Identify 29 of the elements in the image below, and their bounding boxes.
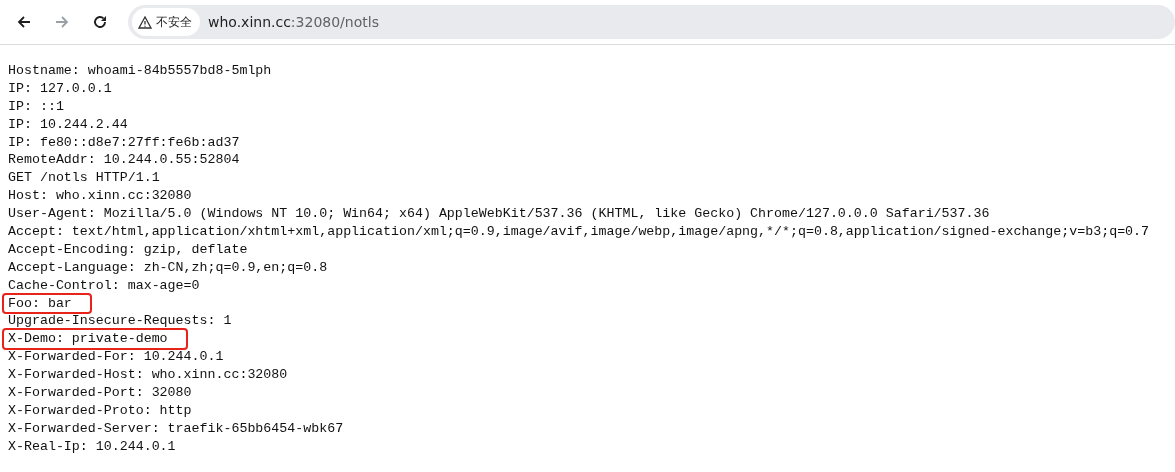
header-line: Accept: text/html,application/xhtml+xml,application/xml;q=0.9,image/avif,image/webp,image/apng,*/*;q=0.8,application/signed-exchange;v=b3;q=0.7 [8, 223, 1150, 241]
header-line: Host: who.xinn.cc:32080 [8, 187, 192, 206]
header-line: X-Forwarded-Port: 32080 [8, 384, 192, 402]
header-line: IP: 127.0.0.1 [8, 79, 112, 98]
header-line: Accept-Language: zh-CN,zh;q=0.9,en;q=0.8 [8, 258, 328, 277]
header-line: RemoteAddr: 10.244.0.55:52804 [8, 151, 240, 170]
header-line: IP: fe80::d8e7:27ff:fe6b:ad37 [8, 133, 240, 152]
header-line: X-Demo: private-demo [4, 330, 186, 349]
header-line: Foo: bar [4, 294, 90, 313]
header-line: Hostname: whoami-84b5557bd8-5mlph [8, 62, 272, 80]
header-line: X-Forwarded-Proto: http [8, 401, 192, 420]
header-line: X-Forwarded-Host: who.xinn.cc:32080 [8, 366, 288, 385]
header-line: X-Real-Ip: 10.244.0.1 [8, 437, 176, 456]
header-line: Accept-Encoding: gzip, deflate [8, 240, 248, 259]
header-line: User-Agent: Mozilla/5.0 (Windows NT 10.0; Win64; x64) AppleWebKit/537.36 (KHTML, like Gecko) Chrome/127.0.0.0 Safari/537.36 [8, 205, 990, 224]
warning-icon [138, 15, 152, 29]
reload-icon [92, 14, 108, 30]
address-bar[interactable]: 不安全 who.xinn.cc:32080/notls [128, 5, 1175, 39]
header-line: GET /notls HTTP/1.1 [8, 169, 160, 188]
header-line: Cache-Control: max-age=0 [8, 276, 200, 295]
header-line: Upgrade-Insecure-Requests: 1 [8, 312, 232, 331]
header-line: IP: 10.244.2.44 [8, 115, 128, 134]
security-chip[interactable]: 不安全 [132, 8, 200, 36]
forward-arrow-icon [54, 14, 70, 30]
header-line: X-Forwarded-Server: traefik-65bb6454-wbk67 [8, 419, 344, 438]
header-line: IP: ::1 [8, 97, 64, 116]
url-text: who.xinn.cc:32080/notls [208, 14, 379, 30]
back-arrow-icon [16, 14, 32, 30]
header-line: X-Forwarded-For: 10.244.0.1 [8, 348, 224, 367]
